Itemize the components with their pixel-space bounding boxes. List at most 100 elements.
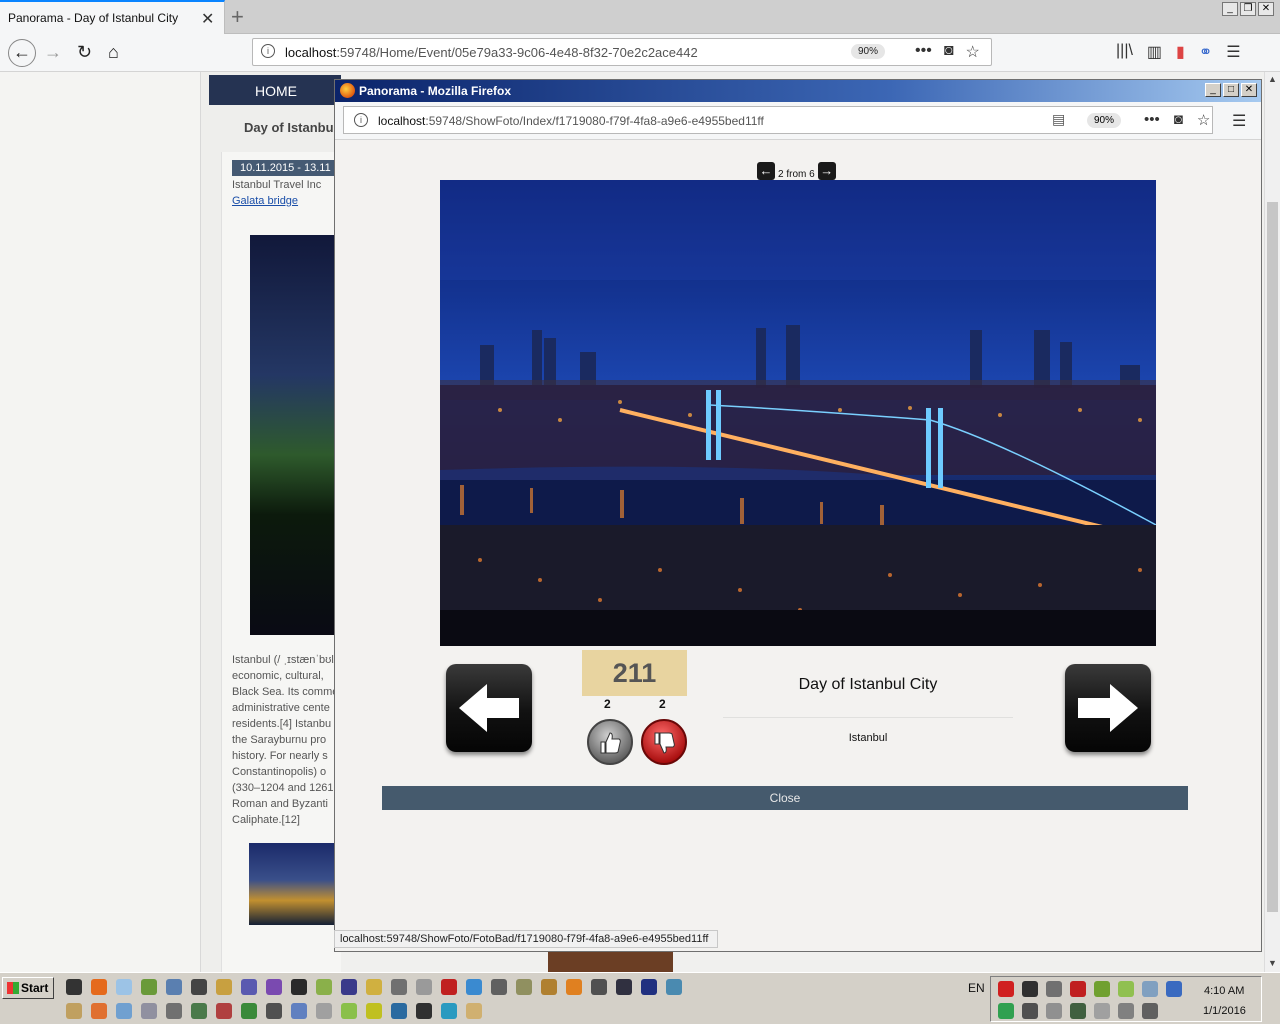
app-icon-3[interactable] — [116, 1003, 132, 1019]
scroll-down-icon[interactable]: ▼ — [1268, 958, 1277, 968]
forward-icon[interactable]: → — [44, 42, 62, 63]
pocket-icon[interactable]: ◙ — [944, 42, 954, 62]
chart-tool-icon[interactable] — [666, 979, 682, 995]
tray-icon-2[interactable] — [1022, 981, 1038, 997]
nav-home-link[interactable]: HOME — [255, 83, 297, 99]
terminal-icon[interactable] — [291, 979, 307, 995]
tray-icon-12[interactable] — [1070, 1003, 1086, 1019]
close-window-button[interactable]: ✕ — [1258, 2, 1274, 16]
tray-icon-1[interactable] — [998, 981, 1014, 997]
app-icon-5[interactable] — [166, 1003, 182, 1019]
zoom-indicator[interactable]: 90% — [851, 44, 886, 59]
fileview-icon[interactable] — [191, 979, 207, 995]
popup-zoom-indicator[interactable]: 90% — [1087, 113, 1122, 128]
tray-icon-6[interactable] — [1118, 981, 1134, 997]
app-icon-1[interactable] — [66, 1003, 82, 1019]
network-tray-icon[interactable] — [1142, 1003, 1158, 1019]
volume-icon[interactable] — [1094, 1003, 1110, 1019]
filezilla-icon[interactable] — [441, 979, 457, 995]
popup-site-info-icon[interactable]: i — [354, 113, 368, 127]
vlc-icon[interactable] — [566, 979, 582, 995]
reload-icon[interactable]: ↻ — [77, 42, 92, 63]
next-photo-button[interactable] — [1065, 664, 1151, 752]
tray-icon-11[interactable] — [1046, 1003, 1062, 1019]
clock-time[interactable]: 4:10 AM — [1204, 985, 1244, 997]
popup-close-button[interactable]: ✕ — [1241, 83, 1257, 97]
minimize-button[interactable]: _ — [1222, 2, 1238, 16]
app-icon-14[interactable] — [391, 1003, 407, 1019]
event-thumbnail[interactable] — [249, 843, 341, 925]
app-icon-7[interactable] — [216, 1003, 232, 1019]
app-icon-11[interactable] — [316, 1003, 332, 1019]
sidebar-icon[interactable]: ▥ — [1147, 42, 1162, 62]
app-icon-9[interactable] — [266, 1003, 282, 1019]
popup-pocket-icon[interactable]: ◙ — [1174, 111, 1183, 129]
network-icon[interactable] — [166, 979, 182, 995]
app-icon-2[interactable] — [91, 1003, 107, 1019]
skype-icon[interactable] — [466, 979, 482, 995]
chrome-icon[interactable] — [541, 979, 557, 995]
tab-close-icon[interactable]: ✕ — [201, 9, 214, 29]
window-icon[interactable] — [416, 979, 432, 995]
restore-button[interactable]: ❐ — [1240, 2, 1256, 16]
tray-icon-3[interactable] — [1046, 981, 1062, 997]
page-scrollbar[interactable]: ▲ ▼ — [1264, 72, 1280, 972]
app-icon-12[interactable] — [341, 1003, 357, 1019]
extension-link-icon[interactable]: ⚭ — [1199, 42, 1212, 62]
notes-icon[interactable] — [366, 979, 382, 995]
notepad-icon[interactable] — [116, 979, 132, 995]
utility-icon[interactable] — [591, 979, 607, 995]
tray-icon-5[interactable] — [1094, 981, 1110, 997]
thumbs-up-button[interactable] — [587, 719, 633, 765]
eclipse-icon[interactable] — [641, 979, 657, 995]
tray-icon-7[interactable] — [1142, 981, 1158, 997]
firefox-taskbar-icon[interactable] — [91, 979, 107, 995]
popup-page-actions-icon[interactable]: ••• — [1144, 111, 1160, 129]
tab-active[interactable]: Panorama - Day of Istanbul City ✕ — [0, 0, 225, 34]
extension-icon[interactable]: ▮ — [1176, 42, 1185, 62]
place-link[interactable]: Galata bridge — [232, 195, 298, 207]
app-icon-4[interactable] — [141, 1003, 157, 1019]
tray-icon-4[interactable] — [1070, 981, 1086, 997]
visual-studio-icon[interactable] — [266, 979, 282, 995]
start-button[interactable]: Start — [2, 977, 54, 999]
headphones-icon[interactable] — [616, 979, 632, 995]
save-icon[interactable] — [341, 979, 357, 995]
popup-url-bar[interactable]: i localhost:59748/ShowFoto/Index/f171908… — [343, 106, 1213, 134]
new-tab-icon[interactable]: + — [231, 4, 244, 30]
page-actions-icon[interactable]: ••• — [915, 42, 932, 62]
link-icon[interactable] — [241, 979, 257, 995]
thumbs-down-button[interactable] — [641, 719, 687, 765]
media-icon[interactable] — [391, 979, 407, 995]
tray-icon-9[interactable] — [998, 1003, 1014, 1019]
console-icon[interactable] — [66, 979, 82, 995]
popup-menu-icon[interactable]: ☰ — [1232, 111, 1246, 131]
lock-icon[interactable] — [416, 1003, 432, 1019]
settings-icon[interactable] — [491, 979, 507, 995]
previous-photo-button[interactable] — [446, 664, 532, 752]
close-button[interactable]: Close — [382, 786, 1188, 810]
globe-icon[interactable] — [441, 1003, 457, 1019]
flag-icon[interactable] — [1118, 1003, 1134, 1019]
scroll-thumb[interactable] — [1267, 202, 1278, 912]
popup-bookmark-star-icon[interactable]: ☆ — [1197, 111, 1210, 129]
popup-maximize-button[interactable]: □ — [1223, 83, 1239, 97]
calendar-icon[interactable] — [516, 979, 532, 995]
menu-icon[interactable]: ☰ — [1226, 42, 1240, 62]
popup-minimize-button[interactable]: _ — [1205, 83, 1221, 97]
pager-next-icon[interactable]: → — [817, 161, 836, 180]
app-icon-8[interactable] — [241, 1003, 257, 1019]
home-icon[interactable]: ⌂ — [108, 42, 119, 63]
scroll-up-icon[interactable]: ▲ — [1268, 74, 1277, 84]
tray-icon-8[interactable] — [1166, 981, 1182, 997]
reader-view-icon[interactable]: ▤ — [1052, 111, 1065, 128]
url-bar[interactable]: i localhost:59748/Home/Event/05e79a33-9c… — [252, 38, 992, 66]
site-info-icon[interactable]: i — [261, 44, 275, 58]
clock-date[interactable]: 1/1/2016 — [1203, 1005, 1246, 1017]
app-icon-10[interactable] — [291, 1003, 307, 1019]
language-indicator[interactable]: EN — [968, 981, 985, 995]
editor-icon[interactable] — [316, 979, 332, 995]
app-icon-6[interactable] — [191, 1003, 207, 1019]
back-icon[interactable]: ← — [8, 39, 36, 67]
bookmark-star-icon[interactable]: ☆ — [965, 42, 979, 62]
